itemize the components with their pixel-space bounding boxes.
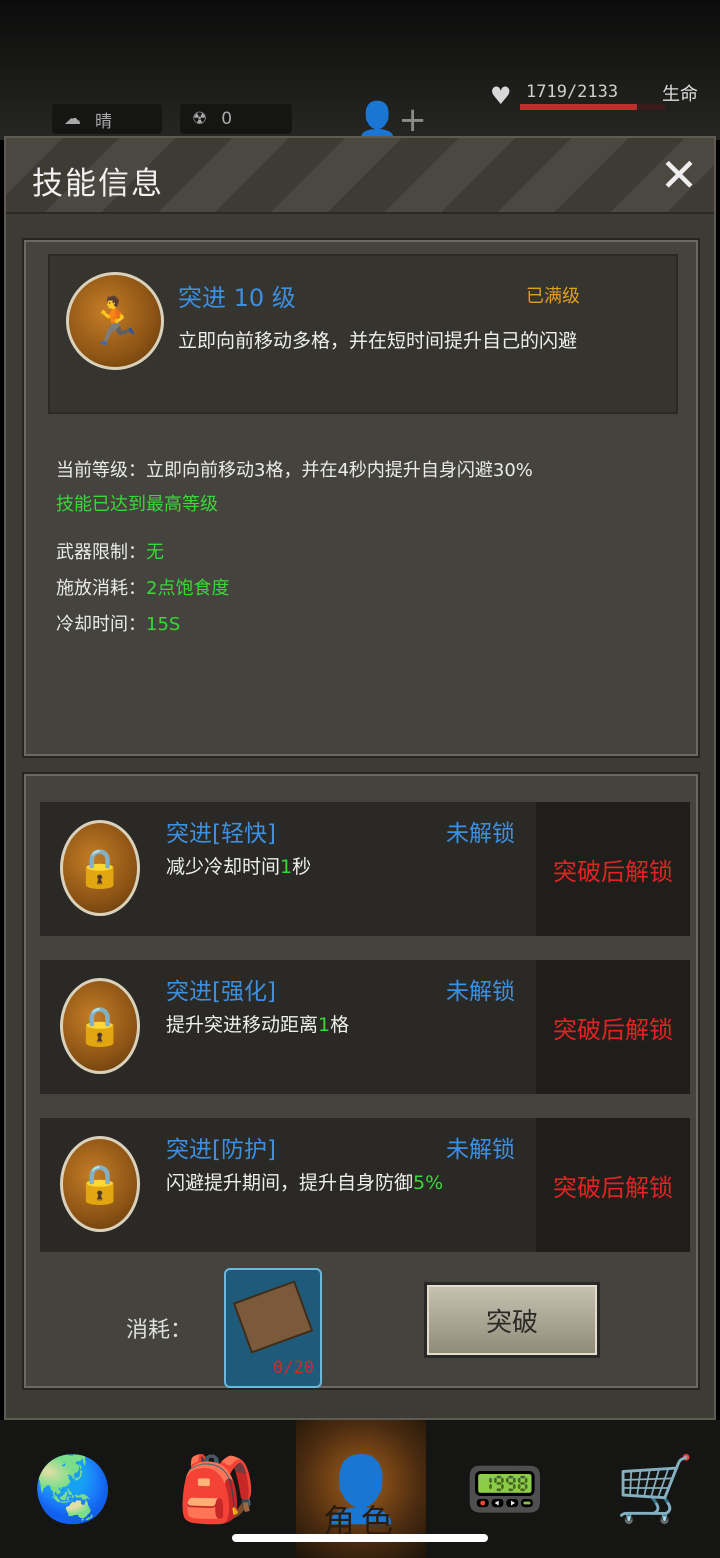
cast-cost-label: 施放消耗：	[56, 578, 146, 599]
upgrade-desc-value: 1	[280, 856, 293, 878]
hourglass-lock-icon: 🔒	[60, 820, 140, 916]
hp-bar-fill	[520, 104, 637, 110]
globe-icon[interactable]: 🌏	[8, 1420, 138, 1558]
weapon-limit-value: 无	[146, 542, 164, 563]
skill-card: 🏃 突进 10 级 已满级 立即向前移动多格，并在短时间提升自己的闪避	[48, 254, 678, 414]
maxed-badge: 已满级	[526, 286, 580, 307]
upgrade-title: 突进[轻快]	[166, 821, 276, 847]
upgrade-description: 闪避提升期间，提升自身防御5%	[166, 1168, 443, 1195]
cart-icon[interactable]: 🛒	[590, 1420, 720, 1558]
upgrade-row[interactable]: 🔒 突进[防护] 未解锁 闪避提升期间，提升自身防御5% 突破后解锁	[40, 1118, 690, 1252]
weather-status: ☁ 晴	[52, 104, 162, 134]
upgrade-desc-prefix: 闪避提升期间，提升自身防御	[166, 1172, 414, 1194]
upgrade-row[interactable]: 🔒 突进[轻快] 未解锁 减少冷却时间1秒 突破后解锁	[40, 802, 690, 936]
dialog-title: 技能信息	[32, 166, 164, 202]
close-icon[interactable]: ✕	[656, 152, 702, 200]
upgrade-status: 未解锁	[446, 979, 515, 1005]
breakthrough-button[interactable]: 突破	[424, 1282, 600, 1358]
weapon-limit-line: 武器限制：无	[56, 538, 164, 564]
hp-display: ♥ 1719/2133 生命	[482, 78, 720, 118]
upgrade-desc-suffix: 秒	[292, 856, 312, 878]
cooldown-label: 冷却时间：	[56, 614, 146, 635]
material-count: 0/20	[273, 1358, 314, 1378]
upgrade-desc-prefix: 减少冷却时间	[166, 856, 281, 878]
upgrade-desc-value: 5%	[413, 1172, 444, 1194]
skill-name: 突进 10 级	[178, 284, 296, 312]
current-level-line: 当前等级：立即向前移动3格，并在4秒内提升自身闪避30%	[56, 456, 533, 482]
skill-info-dialog: 技能信息 ✕ 🏃 突进 10 级 已满级 立即向前移动多格，并在短时间提升自己的…	[4, 136, 716, 1420]
material-item-slot[interactable]: 0/20	[224, 1268, 322, 1388]
dialog-header: 技能信息 ✕	[6, 138, 714, 214]
radiation-icon: ☢	[192, 109, 208, 129]
skill-description: 立即向前移动多格，并在短时间提升自己的闪避	[178, 330, 578, 352]
cooldown-line: 冷却时间：15S	[56, 610, 180, 636]
upgrade-title: 突进[强化]	[166, 979, 276, 1005]
hp-label: 生命	[662, 84, 698, 105]
max-level-notice: 技能已达到最高等级	[56, 494, 218, 515]
current-level-label: 当前等级：	[56, 460, 146, 481]
material-chest-icon	[232, 1280, 314, 1354]
unlock-requirement: 突破后解锁	[536, 802, 690, 936]
weapon-limit-label: 武器限制：	[56, 542, 146, 563]
upgrade-status: 未解锁	[446, 821, 515, 847]
upgrade-row[interactable]: 🔒 突进[强化] 未解锁 提升突进移动距离1格 突破后解锁	[40, 960, 690, 1094]
heart-icon: ♥	[490, 82, 512, 110]
upgrade-description: 提升突进移动距离1格	[166, 1010, 349, 1037]
radiation-value: 0	[221, 109, 233, 129]
current-level-text: 立即向前移动3格，并在4秒内提升自身闪避30%	[146, 460, 533, 481]
unlock-requirement: 突破后解锁	[536, 960, 690, 1094]
unlock-requirement: 突破后解锁	[536, 1118, 690, 1252]
add-member-icon[interactable]: 👤+	[356, 100, 427, 140]
dash-skill-icon: 🏃	[66, 272, 164, 370]
upgrade-desc-prefix: 提升突进移动距离	[166, 1014, 319, 1036]
home-indicator	[232, 1534, 488, 1542]
cast-cost-value: 2点饱食度	[146, 578, 230, 599]
upgrade-desc-suffix: 格	[330, 1014, 350, 1036]
upgrade-status: 未解锁	[446, 1137, 515, 1163]
hp-bar	[520, 104, 665, 110]
upgrade-description: 减少冷却时间1秒	[166, 852, 311, 879]
skill-detail-panel: 🏃 突进 10 级 已满级 立即向前移动多格，并在短时间提升自己的闪避 当前等级…	[22, 238, 700, 758]
cooldown-value: 15S	[146, 614, 181, 635]
upgrade-title: 突进[防护]	[166, 1137, 276, 1163]
lightning-lock-icon: 🔒	[60, 978, 140, 1074]
hp-value: 1719/2133	[526, 82, 619, 102]
shield-lock-icon: 🔒	[60, 1136, 140, 1232]
upgrade-desc-value: 1	[318, 1014, 331, 1036]
radiation-status: ☢ 0	[180, 104, 292, 134]
cloud-sun-icon: ☁	[64, 109, 81, 129]
weather-text: 晴	[95, 111, 112, 132]
cast-cost-line: 施放消耗：2点饱食度	[56, 574, 229, 600]
consume-label: 消耗：	[126, 1318, 193, 1343]
